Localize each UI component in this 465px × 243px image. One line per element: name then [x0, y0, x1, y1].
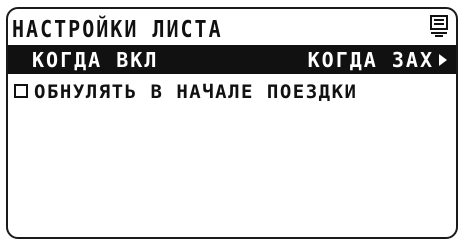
page-icon[interactable]	[430, 15, 448, 37]
reset-trigger-row[interactable]: КОГДА ВКЛ КОГДА ЗАХ	[8, 45, 456, 74]
reset-on-trip-start-checkbox[interactable]	[14, 84, 28, 98]
arrow-right-icon[interactable]	[438, 54, 448, 66]
trigger-left-label: КОГДА ВКЛ	[32, 48, 159, 72]
trigger-right-label: КОГДА ЗАХ	[307, 48, 434, 72]
page-title: НАСТРОЙКИ ЛИСТА	[12, 15, 223, 43]
reset-on-trip-start-label: ОБНУЛЯТЬ В НАЧАЛЕ ПОЕЗДКИ	[34, 81, 358, 103]
device-screen: НАСТРОЙКИ ЛИСТА КОГДА ВКЛ КОГДА ЗАХ ОБНУ…	[6, 7, 458, 239]
reset-on-trip-start-option[interactable]: ОБНУЛЯТЬ В НАЧАЛЕ ПОЕЗДКИ	[14, 79, 450, 105]
